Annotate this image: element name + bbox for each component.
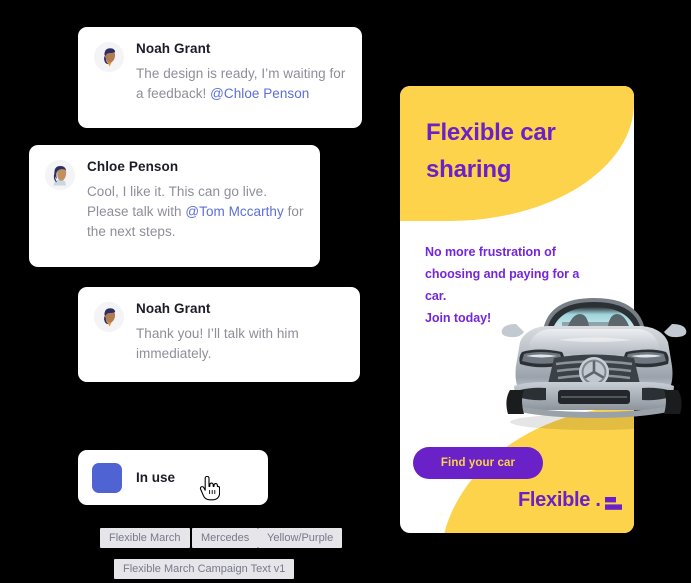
comment-body: Chloe Penson Cool, I like it. This can g… — [87, 159, 304, 242]
find-your-car-button[interactable]: Find your car — [413, 447, 543, 479]
comment-author: Noah Grant — [136, 41, 211, 56]
avatar-noah-grant — [94, 42, 124, 72]
tag-chip[interactable]: Flexible March — [100, 528, 190, 548]
comment-author: Noah Grant — [136, 301, 211, 316]
comment-text: Cool, I like it. This can go live. Pleas… — [87, 182, 304, 242]
flexible-logo-text: Flexible . — [518, 489, 601, 511]
comment-card[interactable]: Noah Grant Thank you! I’ll talk with him… — [78, 287, 360, 382]
flexible-logo-mark-icon — [604, 494, 622, 510]
in-use-status-card[interactable]: In use — [78, 450, 268, 505]
comment-text: Thank you! I’ll talk with him immediatel… — [136, 324, 344, 364]
tag-chip[interactable]: Flexible March Campaign Text v1 — [114, 559, 295, 579]
status-label: In use — [136, 470, 176, 485]
avatar-noah-grant — [94, 302, 124, 332]
comment-text: The design is ready, I’m waiting for a f… — [136, 64, 346, 104]
mention-link[interactable]: @Tom Mccarthy — [185, 204, 283, 219]
mention-link[interactable]: @Chloe Penson — [210, 86, 309, 101]
comment-author: Chloe Penson — [87, 159, 179, 174]
comment-body: Noah Grant The design is ready, I’m wait… — [136, 41, 346, 104]
flexible-logo: Flexible . — [518, 489, 622, 512]
comment-text-before: Thank you! I’ll talk with him immediatel… — [136, 326, 299, 361]
canvas-stage: Noah Grant The design is ready, I’m wait… — [0, 0, 691, 583]
comment-card[interactable]: Noah Grant The design is ready, I’m wait… — [78, 27, 362, 128]
pointer-hand-cursor-icon — [198, 476, 220, 502]
tag-chip[interactable]: Yellow/Purple — [258, 528, 343, 548]
ad-headline: Flexible car sharing — [426, 119, 556, 183]
avatar-chloe-penson — [45, 160, 75, 190]
comment-card[interactable]: Chloe Penson Cool, I like it. This can g… — [29, 145, 320, 267]
tag-chip[interactable]: Mercedes — [192, 528, 259, 548]
color-swatch — [92, 462, 122, 493]
mercedes-car-image — [498, 282, 691, 434]
comment-body: Noah Grant Thank you! I’ll talk with him… — [136, 301, 344, 364]
